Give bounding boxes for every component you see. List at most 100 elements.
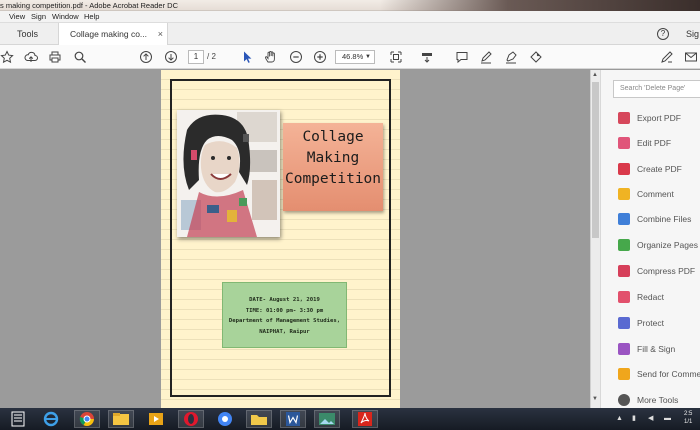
page-number-input[interactable]: 1 bbox=[188, 50, 204, 64]
event-details-box: DATE- August 21, 2019 TIME: 01:00 pm- 3:… bbox=[222, 282, 347, 348]
edit-pdf-icon bbox=[618, 137, 630, 149]
zoom-out-icon[interactable] bbox=[289, 50, 303, 64]
menu-window[interactable]: Window bbox=[52, 11, 79, 23]
sign-tool-icon[interactable] bbox=[660, 50, 674, 64]
tool-organize-pages[interactable]: Organize Pages bbox=[618, 236, 700, 254]
pen-icon[interactable] bbox=[479, 50, 493, 64]
tab-tools[interactable]: Tools bbox=[17, 23, 38, 45]
zoom-in-icon[interactable] bbox=[313, 50, 327, 64]
scrollbar-thumb[interactable] bbox=[592, 82, 599, 238]
tool-label: Edit PDF bbox=[637, 138, 672, 148]
document-view[interactable]: Collage Making Competition DATE- August … bbox=[0, 70, 590, 408]
next-page-icon[interactable] bbox=[164, 50, 178, 64]
search-icon[interactable] bbox=[73, 50, 87, 64]
menu-view[interactable]: View bbox=[9, 11, 25, 23]
tray-chevron-icon[interactable]: ▲ bbox=[616, 408, 623, 430]
banner-line-1: Collage bbox=[302, 129, 364, 145]
zoom-level-select[interactable]: 46.8% ▼ bbox=[335, 50, 375, 64]
comment-icon bbox=[618, 188, 630, 200]
chevron-down-icon: ▼ bbox=[365, 54, 371, 60]
tool-label: Compress PDF bbox=[637, 266, 696, 276]
close-tab-icon[interactable]: × bbox=[158, 23, 163, 45]
export-pdf-icon bbox=[618, 112, 630, 124]
folder-taskbar-icon[interactable] bbox=[246, 410, 272, 428]
tool-label: Send for Comme bbox=[637, 369, 700, 379]
photos-taskbar-icon[interactable] bbox=[314, 410, 340, 428]
combine-files-icon bbox=[618, 213, 630, 225]
banner-line-3: Competition bbox=[284, 171, 382, 187]
tool-send-for-comments[interactable]: Send for Comme bbox=[618, 365, 700, 383]
tools-search-input[interactable]: Search 'Delete Page' bbox=[613, 80, 700, 98]
stamp-icon[interactable] bbox=[529, 50, 543, 64]
opera-taskbar-icon[interactable] bbox=[178, 410, 204, 428]
tool-label: Organize Pages bbox=[637, 240, 698, 250]
main-toolbar: 1 / 2 46.8% ▼ bbox=[0, 45, 700, 69]
tool-edit-pdf[interactable]: Edit PDF bbox=[618, 134, 700, 152]
highlight-icon[interactable] bbox=[504, 50, 518, 64]
redact-icon bbox=[618, 291, 630, 303]
upload-cloud-icon[interactable] bbox=[24, 50, 38, 64]
event-time: TIME: 01:00 pm- 3:30 pm bbox=[245, 307, 324, 314]
adobe-reader-taskbar-icon[interactable] bbox=[352, 410, 378, 428]
menu-help[interactable]: Help bbox=[84, 11, 99, 23]
help-icon[interactable]: ? bbox=[657, 28, 669, 40]
mail-icon[interactable] bbox=[684, 50, 698, 64]
more-tools-icon bbox=[618, 394, 630, 406]
tool-create-pdf[interactable]: Create PDF bbox=[618, 160, 700, 178]
tool-protect[interactable]: Protect bbox=[618, 314, 700, 332]
sign-in-button[interactable]: Sig bbox=[686, 23, 699, 45]
scroll-down-icon[interactable]: ▼ bbox=[592, 396, 598, 402]
tab-document[interactable]: Collage making co... × bbox=[58, 23, 168, 45]
tool-compress-pdf[interactable]: Compress PDF bbox=[618, 262, 700, 280]
tool-label: Fill & Sign bbox=[637, 344, 676, 354]
print-icon[interactable] bbox=[48, 50, 62, 64]
word-taskbar-icon[interactable] bbox=[280, 410, 306, 428]
scroll-up-icon[interactable]: ▲ bbox=[592, 72, 598, 78]
tool-label: Combine Files bbox=[637, 214, 692, 224]
fit-page-icon[interactable] bbox=[389, 50, 403, 64]
page-count: / 2 bbox=[207, 52, 216, 61]
clock-time: 2:5 bbox=[684, 411, 693, 417]
tools-pane: Search 'Delete Page' Export PDF Edit PDF… bbox=[600, 70, 700, 408]
volume-icon[interactable]: ◀ bbox=[648, 408, 653, 430]
tool-label: Comment bbox=[637, 189, 674, 199]
organize-pages-icon bbox=[618, 239, 630, 251]
select-cursor-icon[interactable] bbox=[240, 50, 254, 64]
zoom-level-value: 46.8% bbox=[342, 52, 364, 61]
comment-tool-icon[interactable] bbox=[455, 50, 469, 64]
chrome-taskbar-icon[interactable] bbox=[74, 410, 100, 428]
send-for-comments-icon bbox=[618, 368, 630, 380]
file-explorer-taskbar-icon[interactable] bbox=[108, 410, 134, 428]
tool-label: Export PDF bbox=[637, 113, 681, 123]
vertical-scrollbar[interactable]: ▲ ▼ bbox=[590, 70, 600, 408]
battery-icon[interactable]: ▬ bbox=[664, 408, 671, 430]
tool-redact[interactable]: Redact bbox=[618, 288, 700, 306]
clock-date: 1/1 bbox=[684, 419, 693, 425]
network-icon[interactable]: ▮ bbox=[632, 408, 636, 430]
window-title-bar: s making competition.pdf - Adobe Acrobat… bbox=[0, 0, 700, 11]
media-player-taskbar-icon[interactable] bbox=[143, 410, 169, 428]
tool-label: More Tools bbox=[637, 395, 679, 405]
windows-taskbar: ▲ ▮ ◀ ▬ 2:5 1/1 bbox=[0, 408, 700, 430]
window-title: s making competition.pdf - Adobe Acrobat… bbox=[0, 1, 179, 10]
menu-sign[interactable]: Sign bbox=[31, 11, 46, 23]
tool-combine-files[interactable]: Combine Files bbox=[618, 210, 700, 228]
tool-export-pdf[interactable]: Export PDF bbox=[618, 109, 700, 127]
file-manager-taskbar-icon[interactable] bbox=[5, 410, 31, 428]
star-icon[interactable] bbox=[0, 50, 14, 64]
protect-icon bbox=[618, 317, 630, 329]
tool-label: Redact bbox=[637, 292, 664, 302]
create-pdf-icon bbox=[618, 163, 630, 175]
tool-comment[interactable]: Comment bbox=[618, 185, 700, 203]
previous-page-icon[interactable] bbox=[139, 50, 153, 64]
hand-tool-icon[interactable] bbox=[264, 50, 278, 64]
tool-fill-sign[interactable]: Fill & Sign bbox=[618, 340, 700, 358]
google-app-taskbar-icon[interactable] bbox=[212, 410, 238, 428]
internet-explorer-taskbar-icon[interactable] bbox=[38, 410, 64, 428]
scroll-mode-icon[interactable] bbox=[420, 50, 434, 64]
fill-sign-icon bbox=[618, 343, 630, 355]
event-department: Department of Management Studies, bbox=[228, 318, 341, 324]
pdf-page: Collage Making Competition DATE- August … bbox=[161, 70, 400, 408]
taskbar-clock[interactable]: 2:5 1/1 bbox=[684, 410, 692, 426]
tool-more-tools[interactable]: More Tools bbox=[618, 391, 700, 409]
